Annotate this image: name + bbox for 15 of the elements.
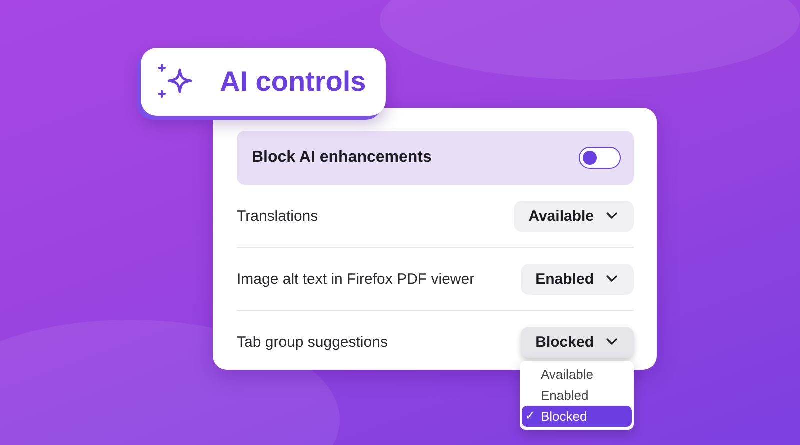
dropdown-button[interactable]: Available	[514, 200, 634, 232]
menu-item[interactable]: Enabled	[522, 384, 632, 406]
setting-label: Translations	[237, 208, 318, 224]
toggle-switch[interactable]	[579, 147, 621, 169]
title-text: AI controls	[220, 66, 366, 98]
menu-item[interactable]: ✓ Blocked	[522, 406, 632, 426]
chevron-down-icon	[606, 212, 618, 220]
menu-item[interactable]: Available	[522, 364, 632, 384]
toggle-label: Block AI enhancements	[252, 149, 432, 167]
chevron-down-icon	[606, 338, 618, 346]
setting-label: Image alt text in Firefox PDF viewer	[237, 270, 475, 288]
dropdown-button[interactable]: Enabled	[520, 264, 634, 294]
chevron-down-icon	[606, 275, 618, 283]
setting-label: Tab group suggestions	[237, 334, 388, 350]
dropdown-button[interactable]: Blocked	[520, 326, 634, 358]
